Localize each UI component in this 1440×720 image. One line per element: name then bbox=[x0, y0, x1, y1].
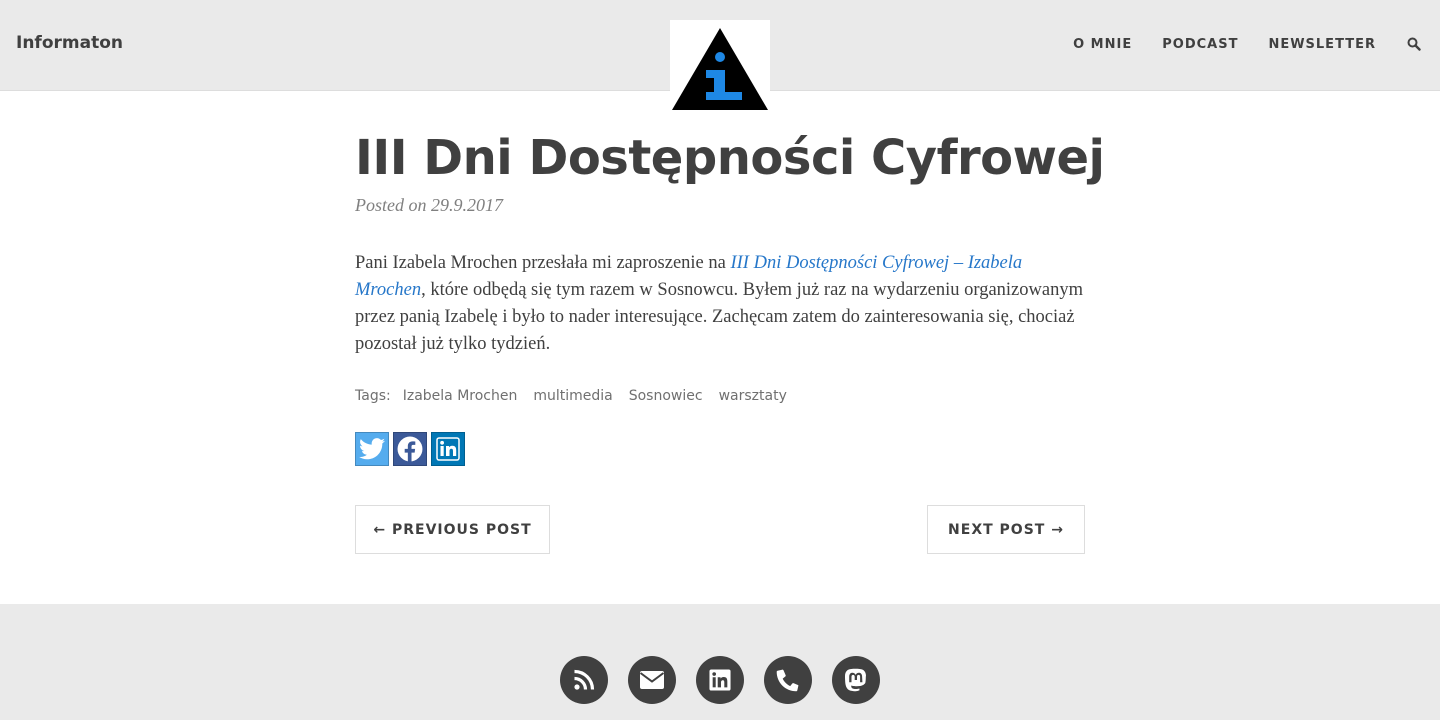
email-icon bbox=[639, 671, 665, 689]
share-twitter-button[interactable] bbox=[355, 432, 389, 466]
share-facebook-button[interactable] bbox=[393, 432, 427, 466]
mastodon-icon bbox=[845, 668, 866, 692]
phone-icon bbox=[776, 669, 799, 692]
next-post-button[interactable]: NEXT POST → bbox=[927, 505, 1085, 554]
tag-link[interactable]: Sosnowiec bbox=[629, 388, 703, 404]
post-article: III Dni Dostępności Cyfrowej Posted on 2… bbox=[355, 130, 1105, 466]
share-buttons bbox=[355, 432, 1085, 466]
post-body-text-2: , które odbędą się tym razem w Sosnowcu.… bbox=[355, 280, 1083, 354]
footer-rss-button[interactable] bbox=[560, 656, 608, 704]
linkedin-icon bbox=[709, 669, 731, 691]
site-logo[interactable] bbox=[670, 20, 770, 112]
linkedin-icon bbox=[436, 437, 460, 461]
nav-link-newsletter[interactable]: NEWSLETTER bbox=[1268, 37, 1376, 52]
post-body: Pani Izabela Mrochen przesłała mi zapros… bbox=[355, 250, 1085, 358]
post-body-text-1: Pani Izabela Mrochen przesłała mi zapros… bbox=[355, 253, 731, 273]
share-linkedin-button[interactable] bbox=[431, 432, 465, 466]
footer-email-button[interactable] bbox=[628, 656, 676, 704]
tags: Tags: Izabela Mrochen multimedia Sosnowi… bbox=[355, 388, 1085, 404]
footer-social-links bbox=[560, 656, 880, 704]
rss-icon bbox=[574, 669, 595, 690]
twitter-icon bbox=[359, 438, 385, 460]
post-pager: ← PREVIOUS POST NEXT POST → bbox=[355, 505, 1085, 554]
footer bbox=[0, 604, 1440, 720]
post-title: III Dni Dostępności Cyfrowej bbox=[355, 130, 1105, 186]
footer-linkedin-button[interactable] bbox=[696, 656, 744, 704]
tags-label: Tags: bbox=[355, 388, 391, 404]
footer-mastodon-button[interactable] bbox=[832, 656, 880, 704]
nav-link-o-mnie[interactable]: O MNIE bbox=[1073, 37, 1132, 52]
info-triangle-logo-icon bbox=[672, 28, 768, 110]
nav-link-podcast[interactable]: PODCAST bbox=[1162, 37, 1238, 52]
previous-post-button[interactable]: ← PREVIOUS POST bbox=[355, 505, 550, 554]
tag-link[interactable]: warsztaty bbox=[719, 388, 787, 404]
nav-links: O MNIE PODCAST NEWSLETTER bbox=[1073, 36, 1422, 52]
facebook-icon bbox=[397, 436, 423, 462]
post-date: Posted on 29.9.2017 bbox=[355, 195, 503, 215]
brand-link[interactable]: Informaton bbox=[16, 33, 123, 53]
search-icon[interactable] bbox=[1406, 36, 1422, 52]
tag-link[interactable]: Izabela Mrochen bbox=[403, 388, 518, 404]
footer-phone-button[interactable] bbox=[764, 656, 812, 704]
tag-link[interactable]: multimedia bbox=[533, 388, 612, 404]
